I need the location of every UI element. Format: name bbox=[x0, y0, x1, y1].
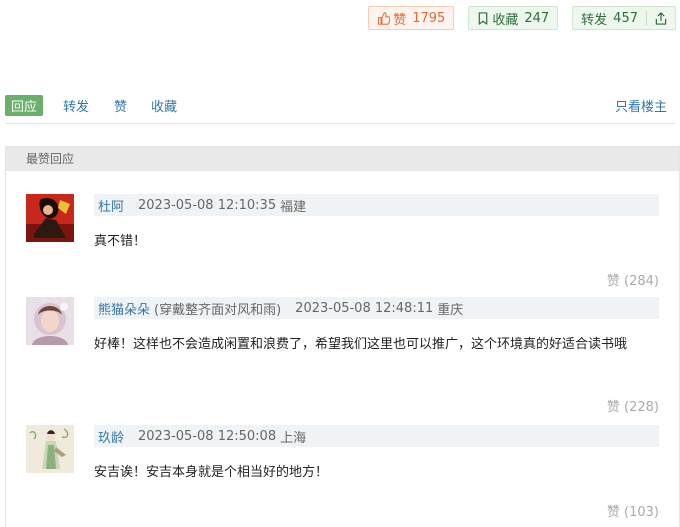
comment-item: 熊猫朵朵 (穿戴整齐面对风和雨) 2023-05-08 12:48:11 重庆 … bbox=[26, 297, 659, 425]
thumbs-up-icon bbox=[378, 11, 391, 25]
comment-item: 玖龄 2023-05-08 12:50:08 上海 安吉诶！安吉本身就是个相当好… bbox=[26, 425, 659, 525]
like-button[interactable]: 赞 1795 bbox=[368, 6, 455, 30]
comment-item: 杜阿 2023-05-08 12:10:35 福建 真不错！ 赞 (284) bbox=[26, 194, 659, 294]
post-actions: 赞 1795 收藏 247 转发 457 bbox=[368, 6, 676, 30]
comment-vote-button[interactable]: 赞 (228) bbox=[607, 396, 659, 415]
share-button[interactable]: 转发 457 bbox=[572, 6, 676, 30]
comment-text: 安吉诶！安吉本身就是个相当好的地方！ bbox=[94, 465, 329, 480]
collect-label: 收藏 bbox=[492, 12, 519, 28]
tab-replies[interactable]: 回应 bbox=[5, 95, 44, 116]
commenter-name[interactable]: 玖龄 bbox=[98, 427, 124, 446]
collect-button[interactable]: 收藏 247 bbox=[468, 6, 559, 30]
comment-text: 真不错！ bbox=[94, 234, 147, 249]
share-count: 457 bbox=[613, 10, 638, 26]
comment-location: 重庆 bbox=[437, 302, 464, 318]
section-title: 最赞回应 bbox=[6, 147, 679, 171]
avatar[interactable] bbox=[26, 194, 74, 242]
comment-vote-button[interactable]: 赞 (284) bbox=[607, 270, 659, 289]
tab-collections[interactable]: 收藏 bbox=[151, 96, 177, 115]
top-comments-section: 最赞回应 杜阿 2023-05-08 12:10:35 福建 真不错！ 赞 (2… bbox=[5, 146, 680, 527]
collect-count: 247 bbox=[524, 10, 550, 26]
comment-meta: 熊猫朵朵 (穿戴整齐面对风和雨) 2023-05-08 12:48:11 重庆 bbox=[94, 297, 659, 319]
comment-time: 2023-05-08 12:10:35 bbox=[138, 197, 277, 213]
comment-vote-button[interactable]: 赞 (103) bbox=[607, 501, 659, 520]
comment-time: 2023-05-08 12:48:11 bbox=[295, 300, 434, 316]
bookmark-icon bbox=[478, 11, 488, 25]
comment-time: 2023-05-08 12:50:08 bbox=[138, 428, 277, 444]
comment-location: 福建 bbox=[280, 199, 307, 215]
comment-text: 好棒！这样也不会造成闲置和浪费了，希望我们这里也可以推广，这个环境真的好适合读书… bbox=[94, 337, 628, 352]
tab-likes[interactable]: 赞 bbox=[114, 96, 127, 115]
commenter-signature: (穿戴整齐面对风和雨) bbox=[154, 302, 282, 318]
comment-tabs: 回应 转发 赞 收藏 只看楼主 bbox=[5, 94, 675, 124]
share-icon bbox=[655, 11, 667, 25]
avatar[interactable] bbox=[26, 425, 74, 473]
comment-meta: 玖龄 2023-05-08 12:50:08 上海 bbox=[94, 425, 659, 447]
only-op-link[interactable]: 只看楼主 bbox=[615, 96, 667, 115]
like-count: 1795 bbox=[412, 10, 446, 26]
commenter-name[interactable]: 杜阿 bbox=[98, 196, 124, 215]
commenter-name[interactable]: 熊猫朵朵 bbox=[98, 299, 150, 318]
share-label: 转发 bbox=[581, 12, 608, 28]
tab-reposts[interactable]: 转发 bbox=[63, 96, 89, 115]
share-out-button[interactable] bbox=[647, 7, 675, 29]
comment-location: 上海 bbox=[280, 430, 307, 446]
avatar[interactable] bbox=[26, 297, 74, 345]
like-label: 赞 bbox=[393, 12, 407, 28]
comment-meta: 杜阿 2023-05-08 12:10:35 福建 bbox=[94, 194, 659, 216]
